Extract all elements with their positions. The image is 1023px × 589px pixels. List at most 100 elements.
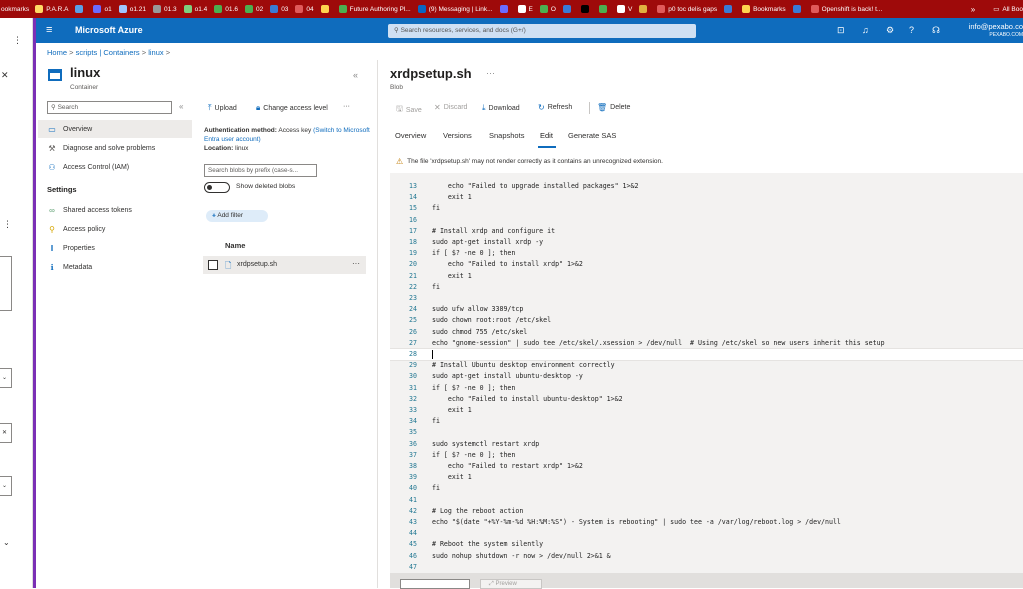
code-text[interactable]: sudo apt-get install xrdp -y — [432, 237, 543, 248]
tab-generate-sas[interactable]: Generate SAS — [568, 131, 616, 140]
tab-overview[interactable]: Overview — [395, 131, 426, 140]
code-text[interactable]: echo "Failed to install xrdp" 1>&2 — [432, 259, 583, 270]
code-text[interactable]: # Install Ubuntu desktop environment cor… — [432, 360, 615, 371]
code-line[interactable]: 43 echo "$(date "+%Y-%m-%d %H:%M:%S") - S… — [390, 517, 1023, 528]
collapse-blade-icon[interactable]: « — [353, 70, 358, 80]
panel-menu-icon[interactable]: ⋮ — [13, 35, 22, 46]
code-text[interactable]: sudo nohup shutdown -r now > /dev/null 2… — [432, 551, 611, 562]
code-line[interactable]: 21 exit 1 — [390, 271, 1023, 282]
bookmark-item[interactable]: Bookmarks — [742, 5, 786, 13]
code-line[interactable]: 34 fi — [390, 416, 1023, 427]
azure-brand[interactable]: Microsoft Azure — [75, 25, 143, 35]
code-line[interactable]: 29 # Install Ubuntu desktop environment c… — [390, 360, 1023, 371]
blob-search-input[interactable]: Search blobs by prefix (case-s... — [204, 164, 317, 177]
code-line[interactable]: 27 echo "gnome-session" | sudo tee /etc/s… — [390, 338, 1023, 349]
code-line[interactable]: 40 fi — [390, 483, 1023, 494]
panel-dropdown-3[interactable]: ⌄ — [0, 476, 12, 496]
change-access-level-button[interactable]: 🔒︎ Change access level — [256, 103, 328, 113]
code-text[interactable]: echo "Failed to upgrade installed packag… — [432, 181, 639, 192]
code-line[interactable]: 31 if [ $? -ne 0 ]; then — [390, 383, 1023, 394]
bookmark-item[interactable]: E — [517, 5, 533, 13]
bookmark-item[interactable]: 01.6 — [214, 5, 238, 13]
bookmark-item[interactable] — [75, 5, 86, 13]
bookmark-item[interactable]: Openshift is back! t... — [810, 5, 882, 13]
code-text[interactable]: # Install xrdp and configure it — [432, 226, 555, 237]
panel-textarea[interactable] — [0, 256, 12, 311]
feedback-icon[interactable]: ☊ — [932, 25, 940, 36]
cloud-shell-icon[interactable]: ⊡ — [837, 25, 845, 36]
code-line[interactable]: 19 if [ $? -ne 0 ]; then — [390, 248, 1023, 259]
blob-name[interactable]: xrdpsetup.sh — [237, 261, 277, 268]
panel-chevron-icon[interactable]: ⌄ — [3, 538, 10, 547]
row-checkbox[interactable] — [208, 260, 218, 270]
code-line[interactable]: 15 fi — [390, 203, 1023, 214]
code-text[interactable]: sudo ufw allow 3389/tcp — [432, 304, 523, 315]
name-column-header[interactable]: Name — [225, 241, 245, 250]
bookmark-item[interactable]: V — [616, 5, 632, 13]
row-more-icon[interactable]: ··· — [352, 259, 360, 268]
code-line[interactable]: 38 echo "Failed to restart xrdp" 1>&2 — [390, 461, 1023, 472]
nav-access-policy[interactable]: ⚲ Access policy — [38, 220, 192, 238]
code-text[interactable]: if [ $? -ne 0 ]; then — [432, 450, 515, 461]
code-line[interactable]: 26 sudo chmod 755 /etc/skel — [390, 327, 1023, 338]
bookmark-item[interactable] — [320, 5, 332, 13]
nav-diagnose[interactable]: ⚒ Diagnose and solve problems — [38, 139, 192, 157]
code-line[interactable]: 22 fi — [390, 282, 1023, 293]
settings-gear-icon[interactable]: ⚙ — [886, 25, 894, 36]
bookmark-item[interactable]: O — [539, 5, 556, 13]
bookmark-item[interactable] — [792, 5, 804, 13]
panel-dropdown-1[interactable]: ⌄ — [0, 368, 12, 388]
bookmark-item[interactable]: p0 toc delis gaps — [657, 5, 717, 13]
bookmark-item[interactable]: 03 — [270, 5, 288, 13]
bookmark-item[interactable]: o1.4 — [183, 5, 207, 13]
code-editor[interactable]: 13 echo "Failed to upgrade installed pac… — [390, 173, 1023, 573]
blob-row[interactable]: 🗋︎ xrdpsetup.sh ··· — [203, 256, 366, 274]
code-text[interactable]: fi — [432, 416, 440, 427]
code-line[interactable]: 20 echo "Failed to install xrdp" 1>&2 — [390, 259, 1023, 270]
upload-button[interactable]: ⤒ Upload — [208, 103, 237, 113]
account-menu[interactable]: info@pexabo.co PEXABO.COM — [969, 23, 1023, 39]
breadcrumb-linux[interactable]: linux — [148, 48, 163, 57]
panel-more-icon[interactable]: ⋮ — [3, 219, 12, 230]
code-text[interactable]: exit 1 — [432, 192, 472, 203]
code-line[interactable]: 35 — [390, 427, 1023, 438]
code-line[interactable]: 18 sudo apt-get install xrdp -y — [390, 237, 1023, 248]
code-line[interactable]: 37 if [ $? -ne 0 ]; then — [390, 450, 1023, 461]
panel-close-icon[interactable]: ✕ — [1, 70, 9, 81]
code-line[interactable]: 16 — [390, 215, 1023, 226]
save-button[interactable]: 🖫︎ Save — [396, 103, 422, 117]
bookmarks-more-button[interactable]: » — [971, 5, 975, 14]
code-text[interactable]: exit 1 — [432, 271, 472, 282]
code-line[interactable]: 39 exit 1 — [390, 472, 1023, 483]
code-line[interactable]: 14 exit 1 — [390, 192, 1023, 203]
delete-button[interactable]: 🗑︎ Delete — [597, 103, 630, 112]
bookmark-item[interactable]: 01.3 — [152, 5, 177, 13]
bookmark-item[interactable] — [598, 5, 610, 13]
show-deleted-toggle[interactable] — [204, 182, 230, 193]
bookmark-item[interactable] — [724, 5, 735, 13]
code-text[interactable]: echo "Failed to install ubuntu-desktop" … — [432, 394, 623, 405]
code-line[interactable]: 28 — [390, 348, 1023, 361]
all-bookmarks-button[interactable]: All Boo — [1002, 6, 1023, 13]
bookmark-item[interactable] — [580, 5, 592, 13]
code-text[interactable]: sudo systemctl restart xrdp — [432, 439, 539, 450]
bookmark-item[interactable]: o1 — [93, 5, 112, 13]
code-text[interactable]: echo "$(date "+%Y-%m-%d %H:%M:%S") - Sys… — [432, 517, 841, 528]
code-line[interactable]: 23 — [390, 293, 1023, 304]
hamburger-menu-icon[interactable]: ≡ — [46, 24, 52, 36]
code-text[interactable]: exit 1 — [432, 405, 472, 416]
nav-iam[interactable]: ⚇ Access Control (IAM) — [38, 158, 192, 176]
code-text[interactable]: sudo chmod 755 /etc/skel — [432, 327, 527, 338]
nav-shared-access-tokens[interactable]: ∞ Shared access tokens — [38, 201, 192, 219]
more-actions-button[interactable]: ··· — [343, 103, 350, 110]
bookmark-item[interactable]: P.A.R.A — [35, 5, 68, 13]
nav-metadata[interactable]: ℹ Metadata — [38, 258, 192, 276]
code-line[interactable]: 32 echo "Failed to install ubuntu-deskto… — [390, 394, 1023, 405]
bookmark-item[interactable]: (9) Messaging | Link... — [417, 5, 493, 13]
code-line[interactable]: 24 sudo ufw allow 3389/tcp — [390, 304, 1023, 315]
code-line[interactable]: 17 # Install xrdp and configure it — [390, 226, 1023, 237]
code-line[interactable]: 45 # Reboot the system silently — [390, 539, 1023, 550]
tab-versions[interactable]: Versions — [443, 131, 472, 140]
breadcrumb-containers[interactable]: scripts | Containers — [76, 48, 140, 57]
discard-button[interactable]: ✕ Discard — [434, 103, 467, 112]
